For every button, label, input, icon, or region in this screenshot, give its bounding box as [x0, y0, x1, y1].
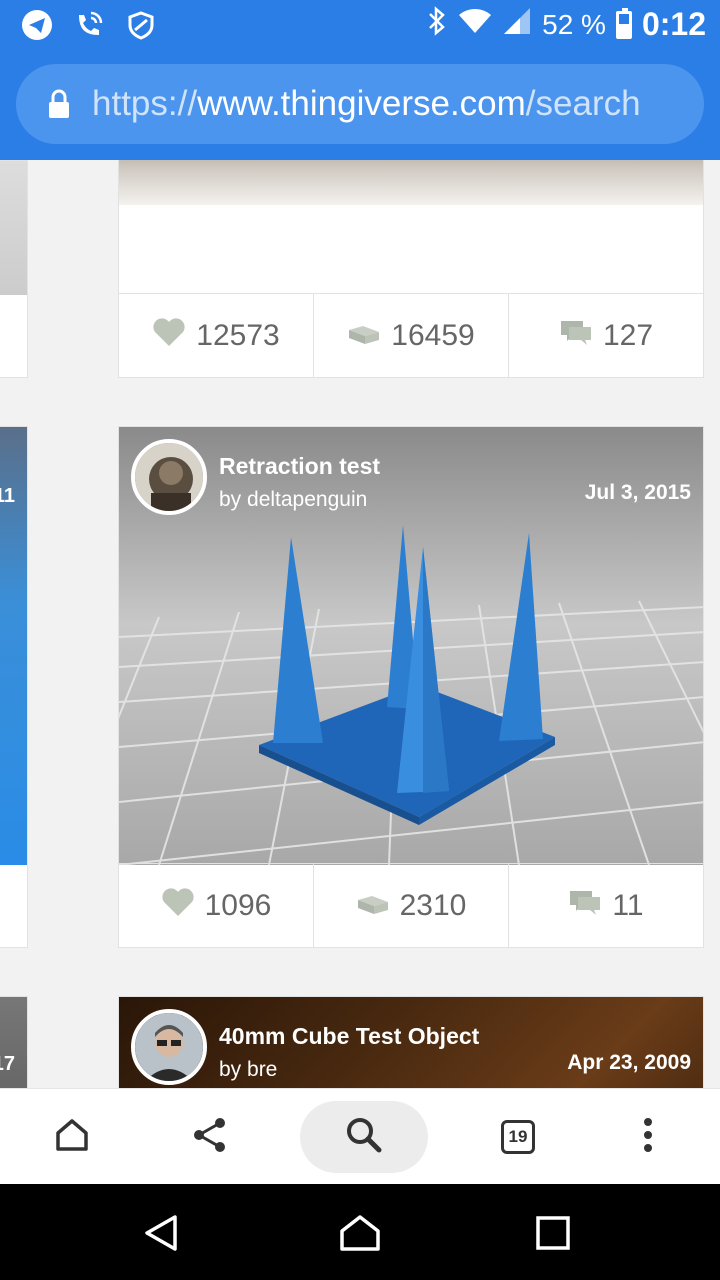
collect-count: 16459: [391, 318, 475, 352]
more-vert-icon: [642, 1117, 654, 1158]
wifi-call-icon: [72, 8, 106, 42]
battery-icon: [615, 7, 632, 39]
avatar[interactable]: [131, 1009, 207, 1085]
comment-button[interactable]: 127: [509, 294, 703, 377]
thumbnail[interactable]: Retraction test by deltapenguin Jul 3, 2…: [119, 427, 703, 865]
card-author[interactable]: by bre: [219, 1058, 479, 1082]
thumbnail: 17: [0, 997, 27, 1088]
thumbnail[interactable]: 40mm Cube Test Object by bre Apr 23, 200…: [119, 997, 703, 1088]
back-button[interactable]: [138, 1212, 184, 1258]
comments-icon: [559, 318, 593, 354]
heart-icon: [152, 317, 186, 355]
screen: 52 % 0:12 https://www.thingiverse.com/se…: [0, 0, 720, 1280]
signal-icon: [502, 6, 532, 43]
result-card[interactable]: 40mm Cube Test Object by bre Apr 23, 200…: [118, 996, 704, 1088]
result-card-left-1[interactable]: [0, 160, 28, 378]
result-card[interactable]: Retraction test by deltapenguin Jul 3, 2…: [118, 426, 704, 948]
status-bar: 52 % 0:12: [0, 0, 720, 50]
result-card-left-2[interactable]: 11: [0, 426, 28, 948]
title-block: 40mm Cube Test Object by bre: [219, 1023, 479, 1082]
result-card-left-3[interactable]: 17: [0, 996, 28, 1088]
card-title[interactable]: 40mm Cube Test Object: [219, 1023, 479, 1050]
tabs-count: 19: [501, 1120, 535, 1154]
clock: 0:12: [641, 6, 706, 42]
stats-bar: 1096 2310 11: [119, 863, 703, 947]
card-date: Jul 3, 2015: [584, 481, 691, 504]
home-icon: [52, 1115, 92, 1160]
url-scheme: https://: [92, 84, 198, 123]
thumbnail: 11: [0, 427, 27, 865]
date-partial: 17: [0, 1053, 15, 1075]
recents-icon: [535, 1215, 571, 1256]
avatar[interactable]: [131, 439, 207, 515]
system-nav-bar: [0, 1184, 720, 1280]
collect-count: 2310: [399, 888, 467, 922]
comment-count: 11: [612, 888, 644, 922]
menu-button[interactable]: [624, 1113, 672, 1161]
thumbnail: [0, 161, 27, 295]
home-nav-button[interactable]: [337, 1212, 383, 1258]
result-card[interactable]: 12573 16459 127: [118, 160, 704, 378]
comments-icon: [568, 888, 602, 924]
share-button[interactable]: [186, 1113, 234, 1161]
like-count: 1096: [204, 888, 272, 922]
like-count: 12573: [196, 318, 280, 352]
data-saver-icon: [124, 8, 158, 42]
date-partial: 11: [0, 485, 15, 507]
collections-icon: [356, 888, 390, 924]
battery-text: 52 %: [542, 8, 606, 40]
bluetooth-icon: [426, 6, 448, 43]
comment-count: 127: [602, 318, 654, 352]
heart-icon: [161, 887, 195, 925]
search-icon: [345, 1116, 383, 1159]
card-date: Apr 23, 2009: [567, 1051, 691, 1074]
collect-button[interactable]: 16459: [314, 294, 509, 377]
url-path: /search: [525, 84, 641, 123]
collect-button[interactable]: 2310: [314, 864, 509, 947]
url-host: www.thingiverse.com: [197, 84, 526, 123]
like-button[interactable]: 1096: [119, 864, 314, 947]
wifi-icon: [458, 7, 492, 42]
tabs-button[interactable]: 19: [494, 1113, 542, 1161]
card-author[interactable]: by deltapenguin: [219, 488, 380, 512]
url-text: https://www.thingiverse.com/search: [92, 84, 641, 124]
recents-button[interactable]: [530, 1212, 576, 1258]
back-icon: [141, 1213, 181, 1258]
title-block: Retraction test by deltapenguin: [219, 453, 380, 512]
collections-icon: [347, 318, 381, 354]
home-button[interactable]: [48, 1113, 96, 1161]
browser-toolbar-bottom: 19: [0, 1088, 720, 1184]
like-button[interactable]: 12573: [119, 294, 314, 377]
lock-icon: [46, 88, 72, 120]
telegram-icon: [20, 8, 54, 42]
browser-toolbar-top: https://www.thingiverse.com/search: [0, 50, 720, 160]
home-outline-icon: [338, 1213, 382, 1258]
thumbnail: [119, 160, 703, 205]
share-icon: [190, 1115, 230, 1160]
stats-bar: 12573 16459 127: [119, 293, 703, 377]
search-results: 11 17 12573 16459 127: [0, 160, 720, 1088]
comment-button[interactable]: 11: [509, 864, 703, 947]
url-bar[interactable]: https://www.thingiverse.com/search: [16, 64, 704, 144]
card-title[interactable]: Retraction test: [219, 453, 380, 480]
search-button[interactable]: [300, 1101, 428, 1173]
